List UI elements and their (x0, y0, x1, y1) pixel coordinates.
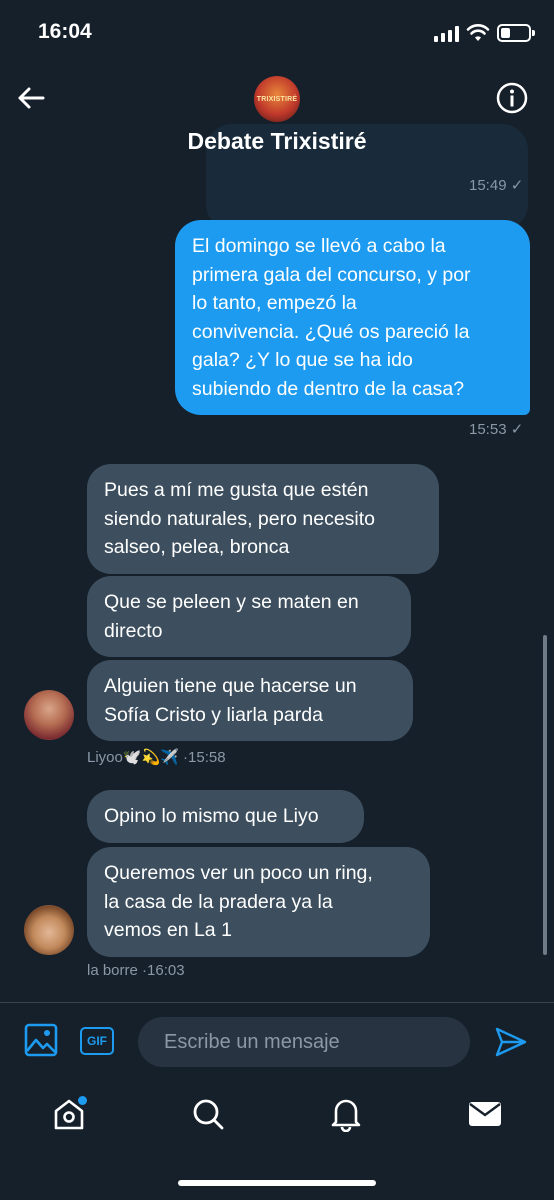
send-icon[interactable] (494, 1025, 528, 1059)
conversation-title[interactable]: Debate Trixistiré (0, 128, 554, 155)
bottom-tab-bar (0, 1080, 554, 1200)
back-button[interactable] (14, 82, 48, 114)
incoming-message[interactable]: Pues a mí me gusta que estén siendo natu… (87, 464, 439, 574)
group-avatar-logo-text: TRIXISTIRÉ (256, 95, 298, 103)
back-arrow-icon (18, 87, 45, 109)
outgoing-message[interactable]: El domingo se llevó a cabo la primera ga… (175, 220, 530, 415)
sender-name: la borre ·16:03 (87, 962, 185, 979)
battery-level (501, 28, 510, 38)
status-time: 16:04 (38, 20, 92, 43)
tab-search[interactable] (188, 1094, 228, 1134)
gif-icon: GIF (87, 1034, 107, 1048)
incoming-message[interactable]: Alguien tiene que hacerse un Sofía Crist… (87, 660, 413, 741)
home-indicator (178, 1180, 376, 1186)
avatar[interactable] (24, 905, 74, 955)
tab-messages[interactable] (465, 1094, 505, 1134)
bell-icon (331, 1099, 361, 1132)
message-input[interactable] (138, 1017, 470, 1067)
status-bar: 16:04 (0, 0, 554, 66)
message-timestamp: 15:49 ✓ (469, 177, 524, 194)
battery-icon (497, 24, 535, 42)
wifi-icon (466, 24, 490, 41)
message-composer: GIF (0, 1002, 554, 1080)
tab-notifications[interactable] (326, 1094, 366, 1134)
sender-name: Liyoo🕊️💫✈️ ·15:58 (87, 749, 226, 766)
message-list[interactable]: 15:49 ✓ El domingo se llevó a cabo la pr… (0, 174, 554, 1002)
incoming-message[interactable]: Queremos ver un poco un ring, la casa de… (87, 847, 430, 957)
search-icon (193, 1099, 224, 1130)
image-icon[interactable] (24, 1023, 58, 1057)
group-avatar[interactable]: TRIXISTIRÉ (254, 76, 300, 122)
incoming-message[interactable]: Que se peleen y se maten en directo (87, 576, 411, 657)
message-timestamp: 15:53 ✓ (469, 421, 524, 438)
info-icon[interactable] (496, 82, 528, 114)
notification-dot (78, 1096, 87, 1105)
signal-icon (434, 26, 459, 42)
mail-icon (469, 1102, 501, 1126)
incoming-message[interactable]: Opino lo mismo que Liyo (87, 790, 364, 843)
gif-button[interactable]: GIF (80, 1027, 114, 1055)
scrollbar[interactable] (543, 635, 547, 955)
avatar[interactable] (24, 690, 74, 740)
conversation-header: TRIXISTIRÉ Debate Trixistiré (0, 66, 554, 230)
tab-home[interactable] (49, 1094, 89, 1134)
